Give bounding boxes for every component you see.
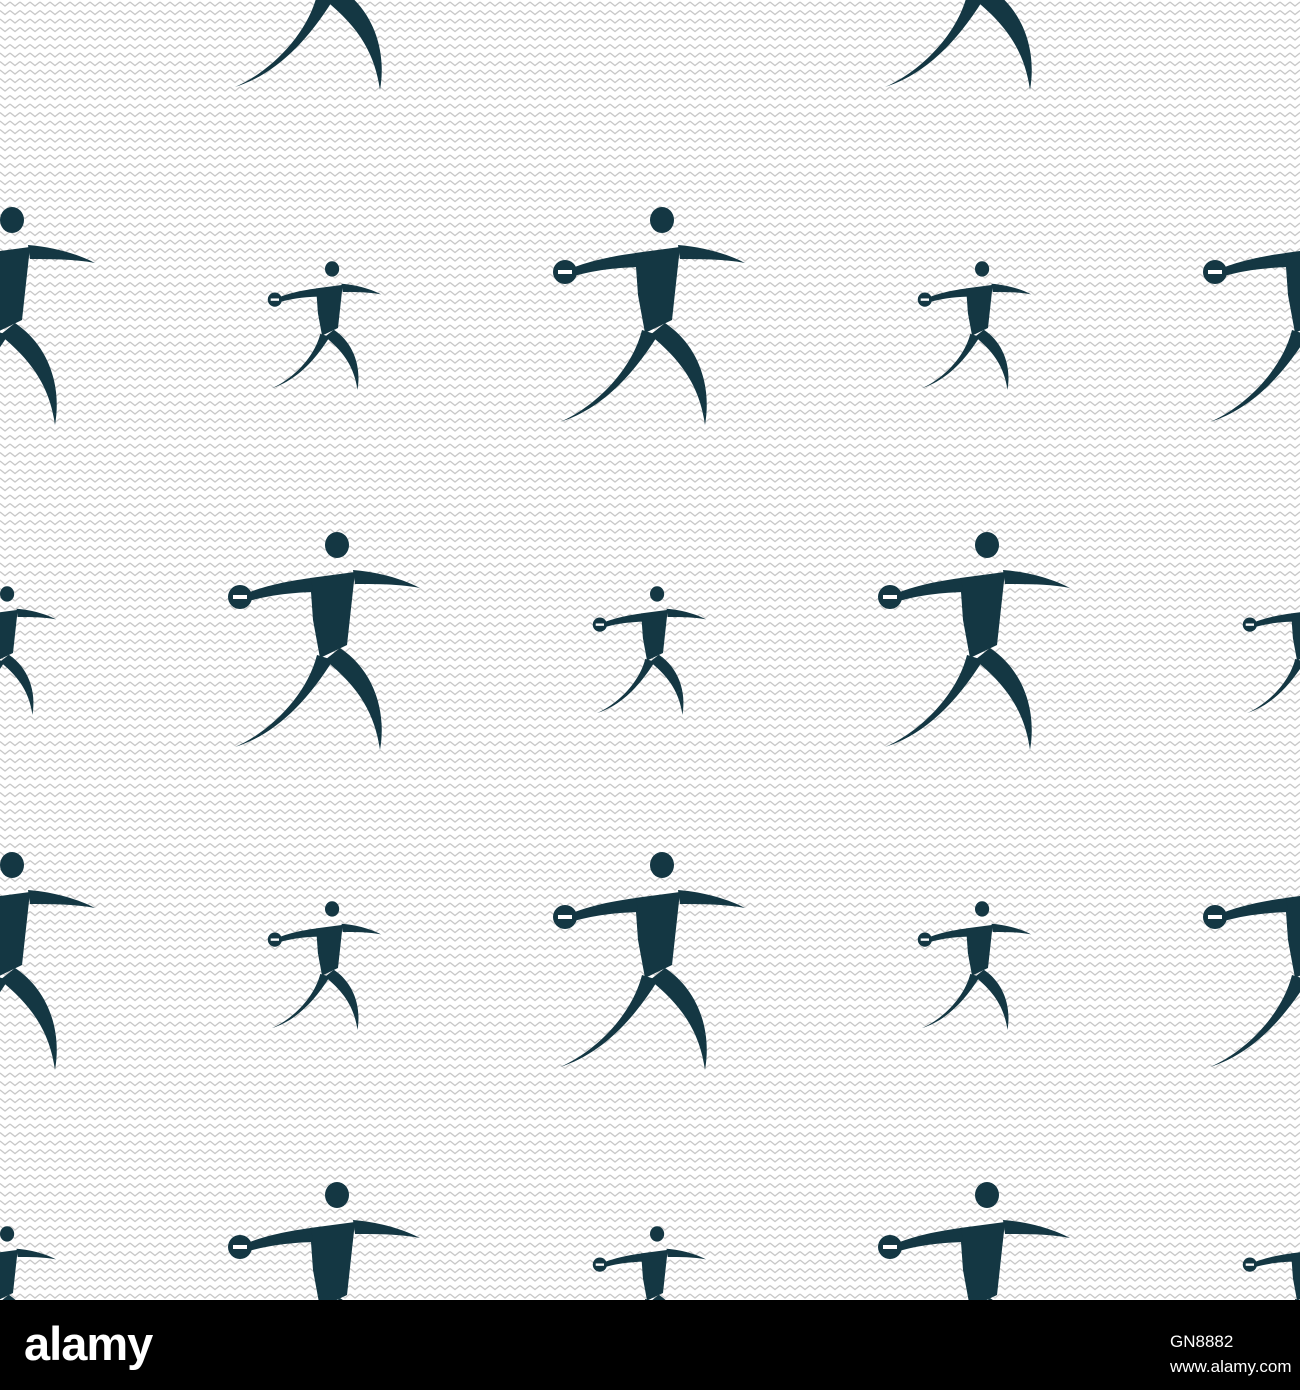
alamy-logo: alamy — [24, 1317, 153, 1370]
pattern-canvas — [0, 0, 1300, 1300]
watermark-footer: alamy GN8882 www.alamy.com — [0, 1300, 1300, 1390]
source-url: www.alamy.com — [1170, 1357, 1292, 1376]
seamless-pattern — [0, 0, 1300, 1300]
image-id: GN8882 — [1170, 1332, 1234, 1351]
